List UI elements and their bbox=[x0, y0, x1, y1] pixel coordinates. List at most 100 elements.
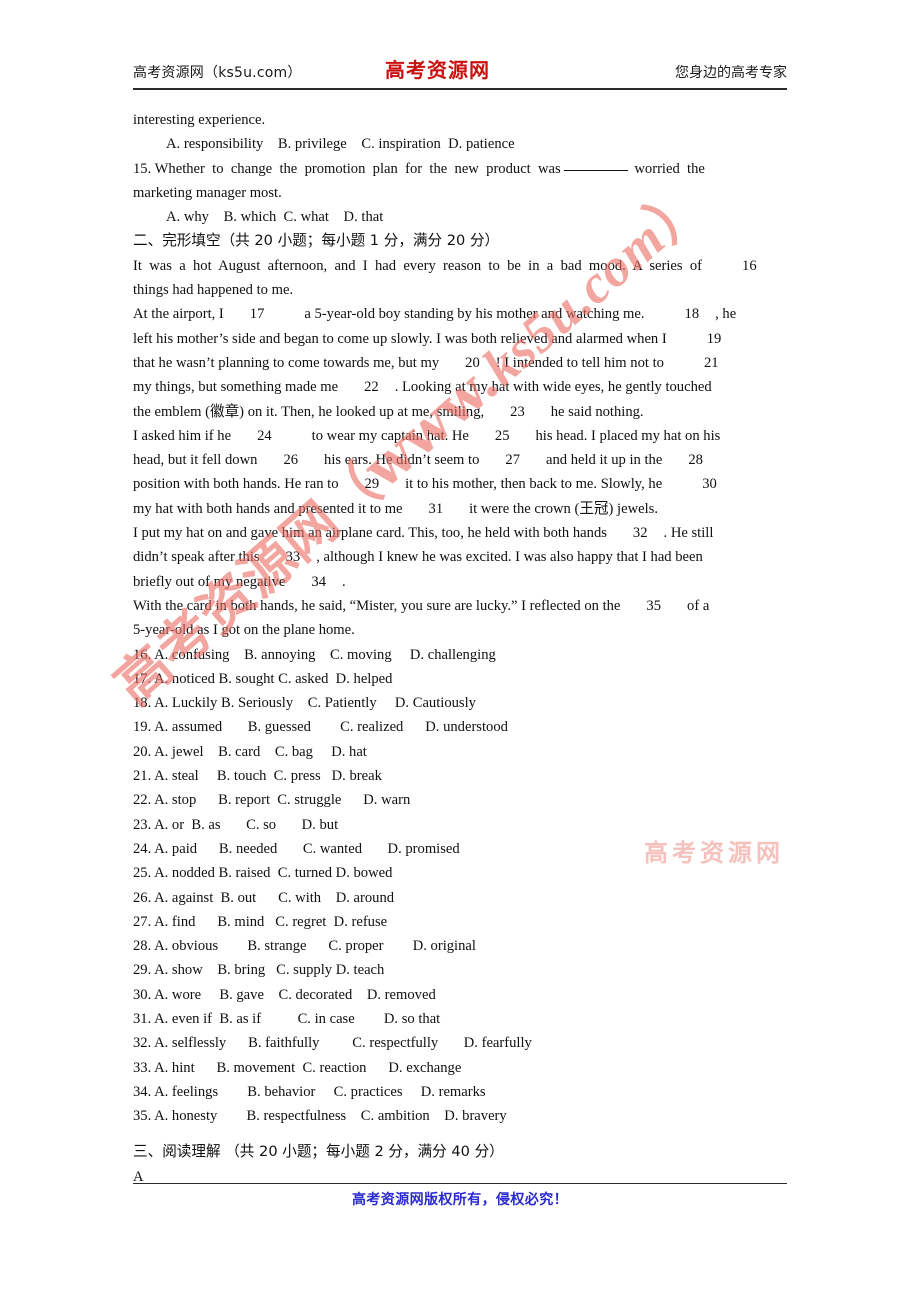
cloze-number: 30 bbox=[702, 476, 717, 493]
passage-text: he said nothing. bbox=[550, 403, 644, 420]
question15-number: 15. bbox=[133, 160, 152, 177]
cloze-number: 25 bbox=[494, 427, 510, 444]
passage-text: it were the crown (王冠) jewels. bbox=[469, 500, 658, 517]
cloze-number: 34 bbox=[311, 573, 326, 590]
passage-text: I put my hat on and gave him an airplane… bbox=[133, 525, 607, 542]
choice-row-27: 27. A. find B. mind C. regret D. refuse bbox=[133, 913, 388, 930]
choice-row-26: 26. A. against B. out C. with D. around bbox=[133, 889, 395, 906]
passage-line-14: briefly out of my negative 34. bbox=[133, 570, 787, 594]
header-site-name: 高考资源网（ks5u.com） bbox=[133, 65, 302, 81]
choice-row-20: 20. A. jewel B. card C. bag D. hat bbox=[133, 743, 367, 760]
document-body: interesting experience. A. responsibilit… bbox=[133, 108, 787, 1189]
choice-row-16: 16. A. confusing B. annoying C. moving D… bbox=[133, 646, 496, 663]
choice-row-35: 35. A. honesty B. respectfulness C. ambi… bbox=[133, 1108, 507, 1125]
cloze-number: 18 bbox=[684, 306, 700, 323]
question15-options: A. why B. which C. what D. that bbox=[133, 205, 787, 229]
cloze-number: 35 bbox=[646, 597, 662, 614]
passage-text: that he wasn’t planning to come towards … bbox=[133, 354, 440, 371]
passage-line-9: head, but it fell down 26 his ears. He did… bbox=[133, 448, 787, 472]
passage-text: It was a hot August afternoon, and I had… bbox=[133, 257, 703, 274]
passage-line-7: the emblem (徽章) on it. Then, he looked u… bbox=[133, 400, 787, 424]
passage-text: ! I intended to tell him not to bbox=[495, 354, 664, 371]
passage-text: . He still bbox=[663, 525, 714, 542]
passage-line-6: my things, but something made me 22 . Look… bbox=[133, 375, 787, 399]
passage-text: . bbox=[341, 573, 346, 590]
question15-line1: 15. Whether to change the promotion plan… bbox=[133, 157, 787, 181]
section2-heading: 二、完形填空（共 20 小题；每小题 1 分，满分 20 分） bbox=[133, 232, 500, 250]
passage-line-11: my hat with both hands and presented it … bbox=[133, 497, 787, 521]
passage-text: my hat with both hands and presented it … bbox=[133, 500, 403, 517]
passage-text: of a bbox=[687, 597, 710, 614]
footer-divider bbox=[133, 1183, 787, 1184]
cloze-number: 22 bbox=[364, 379, 379, 396]
passage-text: my things, but something made me bbox=[133, 379, 339, 396]
cloze-number: 21 bbox=[703, 354, 719, 371]
passage-text: left his mother’s side and began to come… bbox=[133, 330, 667, 347]
passage-line-16: 5-year-old as I got on the plane home. bbox=[133, 622, 355, 639]
header-tagline: 您身边的高考专家 bbox=[675, 65, 787, 81]
cloze-number: 26 bbox=[283, 452, 299, 469]
cloze-number: 23 bbox=[510, 403, 525, 420]
question15-options-text: A. why B. which C. what D. that bbox=[166, 209, 384, 226]
question14-options: A. responsibility B. privilege C. inspir… bbox=[133, 132, 787, 156]
passage-text: his ears. He didn’t seem to bbox=[324, 452, 480, 469]
passage-line-13: didn’t speak after this 33 , although I kn… bbox=[133, 545, 787, 569]
cloze-number: 28 bbox=[688, 452, 703, 469]
cloze-number: 20 bbox=[465, 354, 480, 371]
passage-text: and held it up in the bbox=[546, 452, 663, 469]
page-header: 高考资源网（ks5u.com） 高考资源网 您身边的高考专家 bbox=[133, 54, 787, 90]
choice-row-30: 30. A. wore B. gave C. decorated D. remo… bbox=[133, 986, 436, 1003]
passage-text: position with both hands. He ran to bbox=[133, 476, 339, 493]
passage-line-10: position with both hands. He ran to 29 it … bbox=[133, 472, 787, 496]
passage-text: to wear my captain hat. He bbox=[311, 427, 469, 444]
cloze-number: 24 bbox=[257, 427, 272, 444]
passage-line-15: With the card in both hands, he said, “M… bbox=[133, 594, 787, 618]
passage-line-4: left his mother’s side and began to come… bbox=[133, 327, 787, 351]
choice-row-29: 29. A. show B. bring C. supply D. teach bbox=[133, 962, 385, 979]
cloze-number: 16 bbox=[742, 257, 757, 274]
cloze-number: 17 bbox=[249, 306, 265, 323]
choice-row-33: 33. A. hint B. movement C. reaction D. e… bbox=[133, 1059, 462, 1076]
section3-part-label: A bbox=[133, 1168, 144, 1185]
passage-text: With the card in both hands, he said, “M… bbox=[133, 597, 621, 614]
question15-line2: marketing manager most. bbox=[133, 184, 282, 201]
question15-stem-b: worried the bbox=[634, 160, 705, 177]
question15-stem-a: Whether to change the promotion plan for… bbox=[154, 160, 561, 177]
choice-row-22: 22. A. stop B. report C. struggle D. war… bbox=[133, 792, 411, 809]
passage-text: , although I knew he was excited. I was … bbox=[316, 549, 703, 566]
passage-text: , he bbox=[715, 306, 737, 323]
passage-text: his head. I placed my hat on his bbox=[535, 427, 721, 444]
passage-line-12: I put my hat on and gave him an airplane… bbox=[133, 521, 787, 545]
choice-row-24: 24. A. paid B. needed C. wanted D. promi… bbox=[133, 840, 460, 857]
choice-row-31: 31. A. even if B. as if C. in case D. so… bbox=[133, 1010, 441, 1027]
question14-options-text: A. responsibility B. privilege C. inspir… bbox=[166, 136, 515, 153]
choice-row-18: 18. A. Luckily B. Seriously C. Patiently… bbox=[133, 695, 476, 712]
passage-text: it to his mother, then back to me. Slowl… bbox=[405, 476, 663, 493]
header-divider bbox=[133, 88, 787, 90]
passage-text: a 5-year-old boy standing by his mother … bbox=[304, 306, 645, 323]
cloze-number: 19 bbox=[706, 330, 722, 347]
cloze-number: 31 bbox=[428, 500, 444, 517]
choice-row-23: 23. A. or B. as C. so D. but bbox=[133, 816, 339, 833]
passage-text: the emblem (徽章) on it. Then, he looked u… bbox=[133, 403, 485, 420]
header-logo: 高考资源网 bbox=[385, 58, 490, 82]
passage-text: briefly out of my negative bbox=[133, 573, 286, 590]
question14-stem-tail: interesting experience. bbox=[133, 112, 266, 128]
passage-line-8: I asked him if he 24 to wear my captain ha… bbox=[133, 424, 787, 448]
choice-row-32: 32. A. selflessly B. faithfully C. respe… bbox=[133, 1035, 532, 1052]
choice-row-21: 21. A. steal B. touch C. press D. break bbox=[133, 768, 382, 785]
document-page: 高考资源网（ks5u.com） 高考资源网 您身边的高考专家 interesti… bbox=[0, 0, 920, 1302]
cloze-number: 27 bbox=[505, 452, 520, 469]
passage-line-5: that he wasn’t planning to come towards … bbox=[133, 351, 787, 375]
choice-row-25: 25. A. nodded B. raised C. turned D. bow… bbox=[133, 865, 393, 882]
question15-answer-blank bbox=[563, 169, 628, 171]
section3-heading: 三、阅读理解 （共 20 小题；每小题 2 分，满分 40 分） bbox=[133, 1143, 504, 1161]
passage-text: I asked him if he bbox=[133, 427, 232, 444]
cloze-number: 32 bbox=[632, 525, 648, 542]
passage-line-1: It was a hot August afternoon, and I had… bbox=[133, 254, 787, 278]
choice-row-34: 34. A. feelings B. behavior C. practices… bbox=[133, 1083, 486, 1100]
cloze-number: 33 bbox=[285, 549, 301, 566]
footer-copyright: 高考资源网版权所有，侵权必究！ bbox=[352, 1192, 568, 1208]
cloze-number: 29 bbox=[364, 476, 380, 493]
